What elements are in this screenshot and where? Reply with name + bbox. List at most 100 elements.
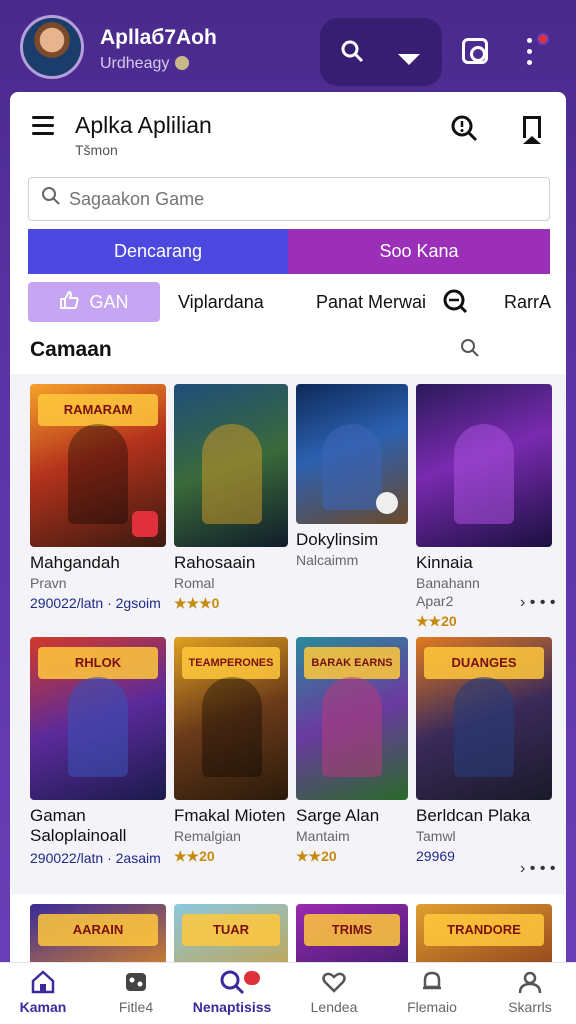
game-card[interactable]: RHLOK Gaman Saloplainoall 290022/latn · … bbox=[30, 637, 166, 866]
search-icon bbox=[41, 186, 61, 212]
chip-item[interactable]: RarrA bbox=[504, 292, 551, 313]
avatar[interactable] bbox=[20, 15, 84, 79]
menu-icon[interactable] bbox=[32, 116, 54, 135]
search-icon bbox=[184, 969, 280, 999]
game-name-2: Saloplainoall bbox=[30, 826, 127, 845]
bookmark-icon[interactable] bbox=[523, 116, 541, 144]
game-banner: TUAR bbox=[182, 914, 280, 946]
page-subtitle: Tšmon bbox=[75, 142, 118, 158]
game-meta: Tamwl bbox=[416, 828, 456, 844]
nav-item-favorites[interactable]: Lendea bbox=[286, 969, 382, 1015]
game-character bbox=[322, 424, 382, 510]
segment-right-button[interactable]: Soo Kana bbox=[288, 229, 550, 274]
home-icon bbox=[0, 969, 91, 999]
game-thumbnail: BARAK EARNS bbox=[296, 637, 408, 800]
search-input[interactable] bbox=[69, 188, 529, 210]
game-name: Gaman bbox=[30, 806, 86, 825]
game-banner: TRIMS bbox=[304, 914, 400, 946]
nav-label: Nenaptisiss bbox=[192, 999, 272, 1015]
game-name: Rahosaain bbox=[174, 553, 256, 572]
game-rating: ★★20 bbox=[296, 848, 337, 864]
profile-icon bbox=[482, 969, 576, 999]
nav-item-games[interactable]: Fitle4 bbox=[88, 969, 184, 1015]
search-alert-icon[interactable] bbox=[450, 114, 478, 148]
game-rating: ★★★0 bbox=[174, 595, 220, 611]
main-card: Aplka Aplilian Tšmon Dencarang Soo Kana … bbox=[10, 92, 566, 1024]
nav-label: Kaman bbox=[19, 999, 67, 1015]
thumbs-up-icon bbox=[59, 290, 80, 314]
chat-search-icon[interactable] bbox=[442, 288, 468, 319]
game-rating: ★★20 bbox=[416, 613, 457, 629]
chip-item[interactable]: Viplardana bbox=[178, 292, 264, 313]
game-thumbnail: DUANGES bbox=[416, 637, 552, 800]
game-name: Fmakal Mioten bbox=[174, 806, 286, 825]
game-character bbox=[68, 424, 128, 524]
gift-icon bbox=[132, 511, 158, 537]
chip-active[interactable]: GAN bbox=[28, 282, 160, 322]
camera-icon[interactable] bbox=[462, 38, 488, 64]
game-character bbox=[202, 424, 262, 524]
game-banner: RAMARAM bbox=[38, 394, 158, 426]
game-thumbnail bbox=[174, 384, 288, 547]
segment-left-button[interactable]: Dencarang bbox=[28, 229, 288, 274]
game-thumbnail: RAMARAM bbox=[30, 384, 166, 547]
top-bar: Apllaб7Aoh Urdheagy bbox=[0, 0, 576, 92]
nav-label: Flemaio bbox=[407, 999, 457, 1015]
bell-icon bbox=[384, 969, 480, 999]
game-banner: TEAMPERONES bbox=[182, 647, 280, 679]
nav-label: Skarrls bbox=[508, 999, 552, 1015]
game-banner: RHLOK bbox=[38, 647, 158, 679]
heart-icon bbox=[286, 969, 382, 999]
chip-item[interactable]: Panat Merwai bbox=[316, 292, 426, 313]
coin-icon bbox=[175, 56, 190, 70]
user-status-text: Urdheagy bbox=[100, 55, 170, 72]
page-title: Aplka Aplilian bbox=[75, 112, 212, 138]
nav-item-profile[interactable]: Skarrls bbox=[482, 969, 576, 1015]
game-card[interactable]: DUANGES Berldcan Plaka Tamwl 29969 bbox=[416, 637, 552, 864]
more-button[interactable]: › • • • bbox=[520, 860, 555, 878]
game-thumbnail: TEAMPERONES bbox=[174, 637, 288, 800]
controller-icon bbox=[88, 969, 184, 999]
game-meta: Remalgian bbox=[174, 828, 241, 844]
game-card[interactable]: TEAMPERONES Fmakal Mioten Remalgian ★★20 bbox=[174, 637, 288, 865]
nav-item-notifications[interactable]: Flemaio bbox=[384, 969, 480, 1015]
game-character bbox=[454, 424, 514, 524]
top-action-pill bbox=[320, 18, 442, 86]
notification-badge bbox=[244, 971, 260, 985]
more-menu-icon[interactable] bbox=[527, 38, 533, 66]
game-name: Dokylinsim bbox=[296, 530, 379, 549]
nav-item-search[interactable]: Nenaptisiss bbox=[184, 969, 280, 1015]
badge-icon bbox=[376, 492, 398, 514]
chevron-down-icon[interactable] bbox=[398, 48, 420, 70]
game-character bbox=[68, 677, 128, 777]
nav-item-home[interactable]: Kaman bbox=[0, 969, 91, 1015]
game-name: Berldcan Plaka bbox=[416, 806, 531, 825]
game-character bbox=[454, 677, 514, 777]
game-banner: AARAIN bbox=[38, 914, 158, 946]
game-thumbnail: RHLOK bbox=[30, 637, 166, 800]
game-rating: ★★20 bbox=[174, 848, 215, 864]
game-thumbnail bbox=[296, 384, 408, 524]
game-name: Kinnaia bbox=[416, 553, 473, 572]
game-banner: TRANDORE bbox=[424, 914, 544, 946]
nav-label: Fitle4 bbox=[118, 999, 154, 1015]
game-character bbox=[322, 677, 382, 777]
game-meta: Banahann bbox=[416, 575, 480, 591]
game-thumbnail bbox=[416, 384, 552, 547]
game-card[interactable]: BARAK EARNS Sarge Alan Mantaim ★★20 bbox=[296, 637, 408, 865]
game-card[interactable]: Dokylinsim Nalcaimm bbox=[296, 384, 408, 568]
user-status: Urdheagy bbox=[100, 55, 190, 73]
search-bar[interactable] bbox=[28, 177, 550, 221]
user-name: Apllaб7Aoh bbox=[100, 26, 217, 49]
game-card[interactable]: Rahosaain Romal ★★★0 bbox=[174, 384, 288, 612]
section-search-icon[interactable] bbox=[460, 338, 480, 363]
game-stat: 290022/latn · 2asaim bbox=[30, 850, 161, 866]
game-meta: Pravn bbox=[30, 575, 67, 591]
game-character bbox=[202, 677, 262, 777]
game-meta: Romal bbox=[174, 575, 215, 591]
more-button[interactable]: › • • • bbox=[520, 594, 555, 612]
search-icon[interactable] bbox=[340, 39, 364, 67]
game-card[interactable]: RAMARAM Mahgandah Pravn 290022/latn · 2g… bbox=[30, 384, 166, 611]
notification-dot bbox=[537, 33, 549, 45]
game-name: Mahgandah bbox=[30, 553, 120, 572]
